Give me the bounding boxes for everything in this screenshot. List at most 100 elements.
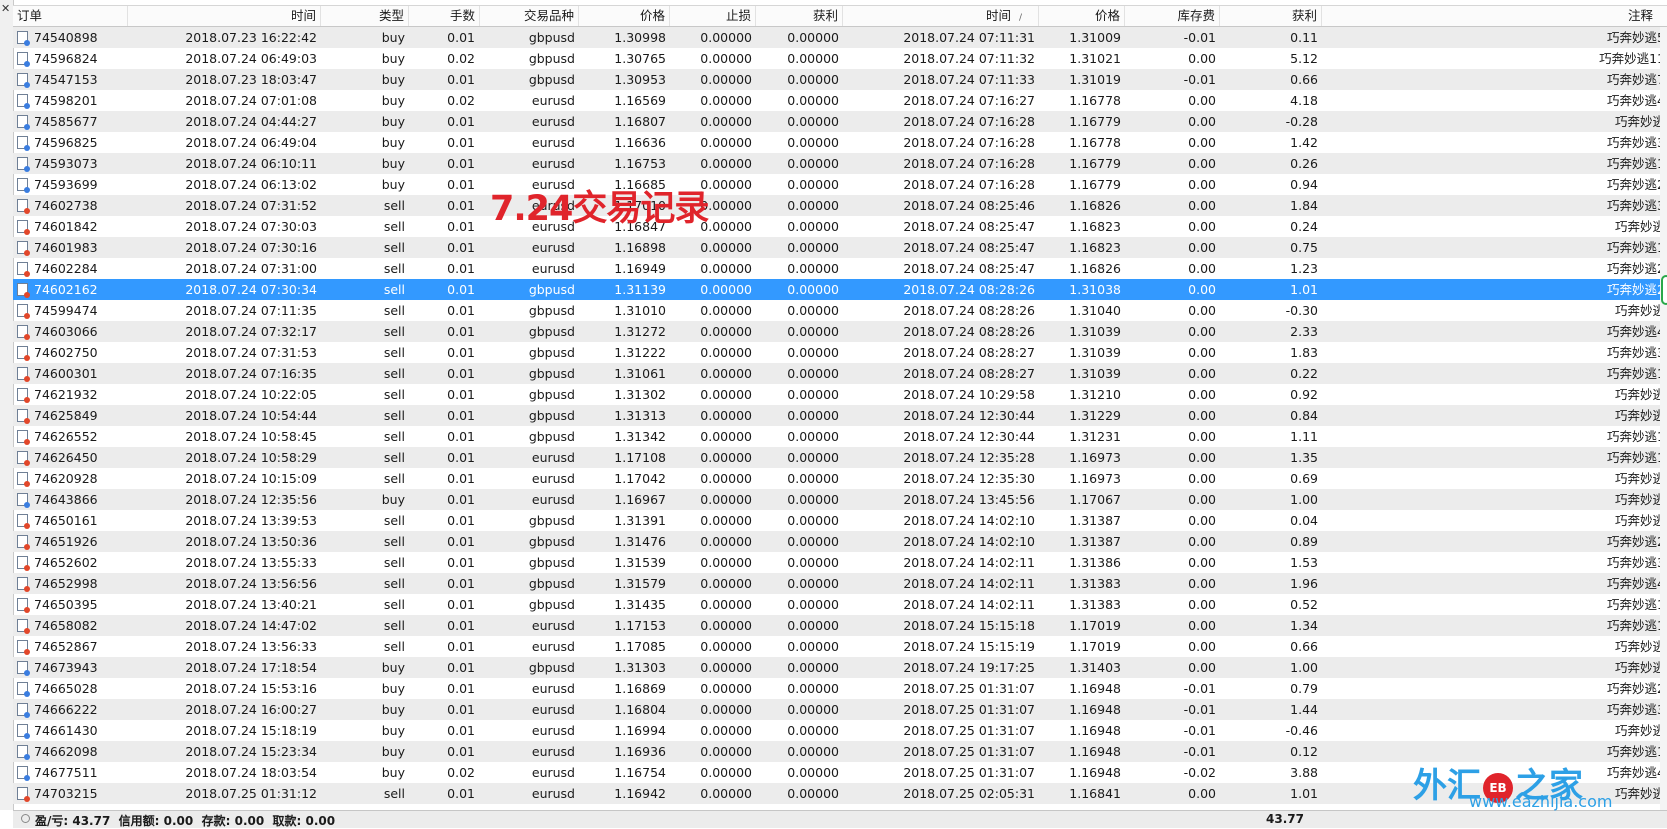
cell-comment: 巧奔妙逃7 [1607,72,1665,87]
cell-stop-loss: 0.00000 [700,639,752,654]
cell-profit: 0.22 [1290,366,1318,381]
table-row[interactable]: 74601842 2018.07.24 07:30:03 sell 0.01 eurus… [13,216,1667,237]
table-row[interactable]: 74598201 2018.07.24 07:01:08 buy 0.02 eurusd… [13,90,1667,111]
header-comment[interactable]: 注释 [1322,6,1667,26]
cell-stop-loss: 0.00000 [700,156,752,171]
cell-close-time: 2018.07.24 15:15:18 [903,618,1035,633]
cell-open-price: 1.31139 [614,282,666,297]
cell-type: buy [381,135,405,150]
table-row[interactable]: 74600301 2018.07.24 07:16:35 sell 0.01 gbpus… [13,363,1667,384]
cell-stop-loss: 0.00000 [700,261,752,276]
close-icon[interactable]: ✕ [1,3,10,14]
table-row[interactable]: 74585677 2018.07.24 04:44:27 buy 0.01 eurusd… [13,111,1667,132]
cell-symbol: eurusd [531,681,575,696]
cell-take-profit: 0.00000 [787,576,839,591]
cell-lots: 0.01 [447,72,475,87]
scroll-handle[interactable] [1661,275,1667,305]
sell-order-icon [17,598,30,613]
cell-comment: 巧奔妙逃4 [1607,576,1665,591]
table-row[interactable]: 74652867 2018.07.24 13:56:33 sell 0.01 eurus… [13,636,1667,657]
table-row[interactable]: 74596824 2018.07.24 06:49:03 buy 0.02 gbpusd… [13,48,1667,69]
cell-swap: -0.02 [1183,765,1216,780]
header-symbol[interactable]: 交易品种 [480,6,579,26]
cell-swap: 0.00 [1188,177,1216,192]
table-row[interactable]: 74602162 2018.07.24 07:30:34 sell 0.01 gbpus… [13,279,1667,300]
table-row[interactable]: 74596825 2018.07.24 06:49:04 buy 0.01 eurusd… [13,132,1667,153]
cell-swap: 0.00 [1188,534,1216,549]
cell-comment: 巧奔妙逃 [1614,408,1665,423]
cell-profit: 0.66 [1290,72,1318,87]
cell-profit: 1.35 [1290,450,1318,465]
cell-close-price: 1.17019 [1069,639,1121,654]
table-row[interactable]: 74593073 2018.07.24 06:10:11 buy 0.01 eurusd… [13,153,1667,174]
cell-open-price: 1.16936 [614,744,666,759]
cell-type: buy [381,660,405,675]
sell-order-icon [17,535,30,550]
table-row[interactable]: 74626450 2018.07.24 10:58:29 sell 0.01 eurus… [13,447,1667,468]
header-profit[interactable]: 获利 [1220,6,1322,26]
cell-order: 74661430 [34,723,98,738]
header-take-profit[interactable]: 获利 [756,6,843,26]
table-row[interactable]: 74652998 2018.07.24 13:56:56 sell 0.01 gbpus… [13,573,1667,594]
header-stop-loss[interactable]: 止损 [670,6,756,26]
header-close-time[interactable]: 时间 / [843,6,1039,26]
table-row[interactable]: 74650161 2018.07.24 13:39:53 sell 0.01 gbpus… [13,510,1667,531]
cell-open-price: 1.30765 [614,51,666,66]
table-row[interactable]: 74601983 2018.07.24 07:30:16 sell 0.01 eurus… [13,237,1667,258]
table-row[interactable]: 74621932 2018.07.24 10:22:05 sell 0.01 gbpus… [13,384,1667,405]
cell-order: 74625849 [34,408,98,423]
sell-order-icon [17,787,30,802]
table-row[interactable]: 74650395 2018.07.24 13:40:21 sell 0.01 gbpus… [13,594,1667,615]
scrollbar-track[interactable] [1660,27,1667,810]
cell-open-time: 2018.07.24 07:32:17 [185,324,317,339]
cell-close-price: 1.31038 [1069,282,1121,297]
cell-symbol: gbpusd [528,555,575,570]
header-close-price[interactable]: 价格 [1039,6,1125,26]
header-open-time[interactable]: 时间 [128,6,321,26]
cell-comment: 巧奔妙逃1 [1607,240,1665,255]
cell-close-price: 1.16973 [1069,450,1121,465]
table-row[interactable]: 74665028 2018.07.24 15:53:16 buy 0.01 eurusd… [13,678,1667,699]
table-row[interactable]: 74658082 2018.07.24 14:47:02 sell 0.01 eurus… [13,615,1667,636]
table-row[interactable]: 74603066 2018.07.24 07:32:17 sell 0.01 gbpus… [13,321,1667,342]
table-row[interactable]: 74661430 2018.07.24 15:18:19 buy 0.01 eurusd… [13,720,1667,741]
cell-type: buy [381,156,405,171]
table-row[interactable]: 74547153 2018.07.23 18:03:47 buy 0.01 gbpusd… [13,69,1667,90]
table-row[interactable]: 74602284 2018.07.24 07:31:00 sell 0.01 eurus… [13,258,1667,279]
sell-order-icon [17,346,30,361]
cell-take-profit: 0.00000 [787,135,839,150]
table-row[interactable]: 74625849 2018.07.24 10:54:44 sell 0.01 gbpus… [13,405,1667,426]
cell-lots: 0.01 [447,723,475,738]
table-row[interactable]: 74652602 2018.07.24 13:55:33 sell 0.01 gbpus… [13,552,1667,573]
table-row[interactable]: 74673943 2018.07.24 17:18:54 buy 0.01 gbpusd… [13,657,1667,678]
cell-open-time: 2018.07.24 07:30:34 [185,282,317,297]
cell-close-price: 1.31039 [1069,345,1121,360]
table-row[interactable]: 74620928 2018.07.24 10:15:09 sell 0.01 eurus… [13,468,1667,489]
table-row[interactable]: 74602738 2018.07.24 07:31:52 sell 0.01 eurus… [13,195,1667,216]
cell-close-time: 2018.07.24 12:35:28 [903,450,1035,465]
header-swap[interactable]: 库存费 [1125,6,1220,26]
table-row[interactable]: 74593699 2018.07.24 06:13:02 buy 0.01 eurusd… [13,174,1667,195]
cell-order: 74593073 [34,156,98,171]
header-type[interactable]: 类型 [321,6,409,26]
cell-profit: 0.79 [1290,681,1318,696]
cell-symbol: gbpusd [528,660,575,675]
table-row[interactable]: 74540898 2018.07.23 16:22:42 buy 0.01 gbpusd… [13,27,1667,48]
table-row[interactable]: 74666222 2018.07.24 16:00:27 buy 0.01 eurusd… [13,699,1667,720]
table-row[interactable]: 74626552 2018.07.24 10:58:45 sell 0.01 gbpus… [13,426,1667,447]
table-row[interactable]: 74602750 2018.07.24 07:31:53 sell 0.01 gbpus… [13,342,1667,363]
cell-symbol: eurusd [531,261,575,276]
header-order[interactable]: 订单 [13,6,128,26]
cell-close-price: 1.16826 [1069,198,1121,213]
cell-close-time: 2018.07.24 10:29:58 [903,387,1035,402]
cell-comment: 巧奔妙逃 [1614,723,1665,738]
header-open-price[interactable]: 价格 [579,6,670,26]
table-row[interactable]: 74651926 2018.07.24 13:50:36 sell 0.01 gbpus… [13,531,1667,552]
cell-lots: 0.01 [447,786,475,801]
cell-order: 74602750 [34,345,98,360]
cell-type: buy [381,765,405,780]
header-lots[interactable]: 手数 [409,6,480,26]
table-row[interactable]: 74643866 2018.07.24 12:35:56 buy 0.01 eurusd… [13,489,1667,510]
cell-type: sell [383,639,405,654]
table-row[interactable]: 74599474 2018.07.24 07:11:35 sell 0.01 gbpus… [13,300,1667,321]
